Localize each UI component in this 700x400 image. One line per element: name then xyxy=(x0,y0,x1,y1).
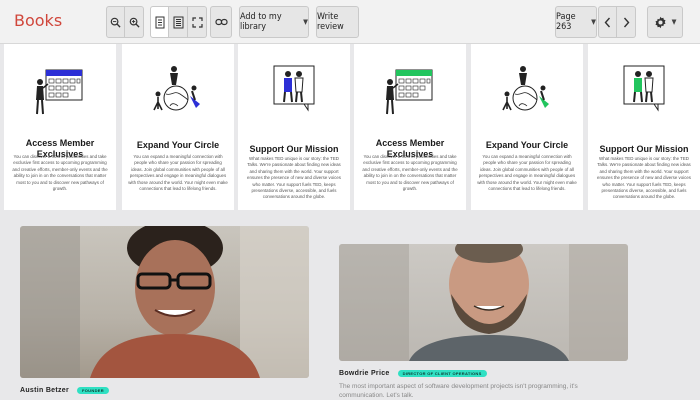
two-page-view-button[interactable] xyxy=(169,6,188,38)
settings-button[interactable]: ▼ xyxy=(647,6,683,38)
link-button[interactable] xyxy=(210,6,232,38)
card-body: You can discover a host of possibilities… xyxy=(12,154,108,192)
page-selector[interactable]: Page 263 ▼ xyxy=(555,6,597,38)
mission-people-illustration xyxy=(273,65,315,112)
person-photo-austin xyxy=(20,226,309,378)
reader-toolbar: Books Add to my library ▼ Write review P… xyxy=(0,0,700,44)
zoom-out-icon xyxy=(110,17,121,28)
globe-people-illustration xyxy=(153,66,200,111)
zoom-in-icon xyxy=(129,17,140,28)
next-page-button[interactable] xyxy=(617,6,636,38)
single-page-view-button[interactable] xyxy=(150,6,169,38)
card-expand-your-circle: Expand Your Circle You can expand a mean… xyxy=(122,44,234,210)
page-icon xyxy=(155,16,164,28)
card-expand-your-circle-2: Expand Your Circle You can expand a mean… xyxy=(471,44,583,210)
card-support-our-mission: Support Our Mission What makes TED uniqu… xyxy=(238,44,350,210)
zoom-in-button[interactable] xyxy=(125,6,144,38)
page-nav-group xyxy=(598,6,636,38)
person-quote: The most important aspect of software de… xyxy=(339,383,578,399)
expand-icon xyxy=(191,16,203,28)
view-mode-group xyxy=(150,6,207,38)
globe-people-illustration xyxy=(502,66,549,111)
chevron-down-icon: ▼ xyxy=(671,18,677,26)
role-badge: FOUNDER xyxy=(77,387,109,394)
card-title: Expand Your Circle xyxy=(136,140,220,150)
write-review-button[interactable]: Write review xyxy=(316,6,359,38)
card-access-member-exclusives-2: Access Member Exclusives You can discove… xyxy=(354,44,466,210)
chevron-right-icon xyxy=(623,17,629,27)
zoom-out-button[interactable] xyxy=(106,6,125,38)
card-access-member-exclusives: Access Member Exclusives You can discove… xyxy=(4,44,116,210)
card-body: You can expand a meaningful connection w… xyxy=(128,154,228,192)
chevron-left-icon xyxy=(604,17,611,27)
person-caption-austin: Austin Betzer FOUNDER xyxy=(20,387,109,394)
calendar-person-illustration xyxy=(386,69,433,115)
person-name: Austin Betzer xyxy=(20,387,70,394)
chevron-down-icon: ▼ xyxy=(303,18,308,26)
portrait-image xyxy=(339,244,628,361)
link-icon xyxy=(214,18,228,26)
text-view-icon xyxy=(173,16,183,28)
portrait-image xyxy=(20,226,309,378)
gear-icon xyxy=(655,16,666,28)
zoom-group xyxy=(106,6,144,38)
person-caption-bowdrie: Bowdrie Price DIRECTOR OF CLIENT OPERATI… xyxy=(339,370,487,377)
page-selector-label: Page 263 xyxy=(556,12,576,32)
card-body: You can discover a host of possibilities… xyxy=(362,154,458,192)
add-to-library-label: Add to my library xyxy=(240,12,282,32)
mission-people-illustration xyxy=(623,65,665,112)
card-body: What makes TED unique is our story: the … xyxy=(597,156,691,200)
calendar-person-illustration xyxy=(36,69,83,115)
fullscreen-button[interactable] xyxy=(188,6,207,38)
card-body: You can expand a meaningful connection w… xyxy=(477,154,577,192)
previous-page-button[interactable] xyxy=(598,6,617,38)
card-title: Support Our Mission xyxy=(599,144,689,154)
person-photo-bowdrie xyxy=(339,244,628,361)
card-support-our-mission-2: Support Our Mission What makes TED uniqu… xyxy=(588,44,700,210)
write-review-label: Write review xyxy=(317,12,344,32)
chevron-down-icon: ▼ xyxy=(591,18,596,26)
add-to-library-button[interactable]: Add to my library ▼ xyxy=(239,6,309,38)
person-name: Bowdrie Price xyxy=(339,370,390,377)
card-body: What makes TED unique is our story: the … xyxy=(247,156,341,200)
card-title: Expand Your Circle xyxy=(485,140,569,150)
app-title[interactable]: Books xyxy=(14,11,62,30)
role-badge: DIRECTOR OF CLIENT OPERATIONS xyxy=(397,370,487,377)
card-title: Support Our Mission xyxy=(249,144,339,154)
